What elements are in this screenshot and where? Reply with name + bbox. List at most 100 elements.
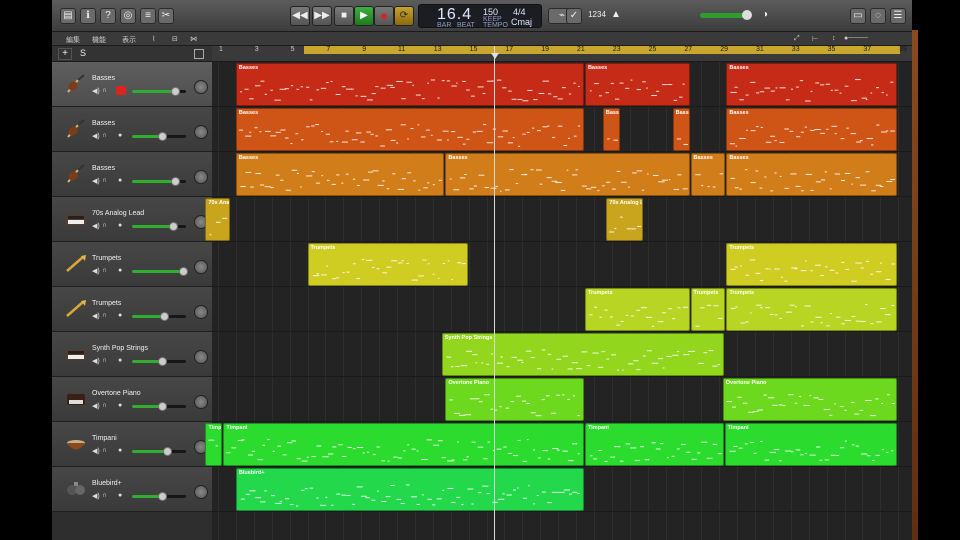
record-enable-button[interactable]: ● [118, 132, 122, 139]
info-icon[interactable]: ℹ [80, 8, 96, 24]
midi-region[interactable]: Bass [602, 108, 620, 151]
midi-region[interactable]: Basses [726, 153, 898, 196]
zoom-fit-icon[interactable]: ⤢ [794, 35, 800, 43]
track-header[interactable]: Timpani ◀) ∩ ● [52, 422, 212, 467]
track-name[interactable]: Basses [92, 165, 115, 172]
mute-button[interactable]: ◀) [92, 492, 100, 500]
track-name[interactable]: 70s Analog Lead [92, 210, 144, 217]
play-button[interactable]: ▶ [354, 6, 374, 26]
midi-region[interactable]: Timpani [584, 423, 724, 466]
add-track-button[interactable]: + [58, 48, 72, 60]
midi-region[interactable]: 70s Ana [205, 198, 230, 241]
track-header[interactable]: 70s Analog Lead ◀) ∩ ● [52, 197, 212, 242]
editors-icon[interactable]: ✂ [158, 8, 174, 24]
track-volume-slider[interactable] [132, 132, 186, 141]
record-enable-button[interactable]: ● [118, 492, 122, 499]
flex-icon[interactable]: ⊟ [172, 35, 178, 43]
count-in[interactable]: 1234 [586, 8, 608, 24]
master-volume-knob[interactable] [742, 10, 752, 20]
fast-forward-button[interactable]: ▶▶ [312, 6, 332, 26]
midi-region[interactable]: Timpani [223, 423, 584, 466]
track-name[interactable]: Synth Pop Strings [92, 345, 148, 352]
track-name[interactable]: Timpani [92, 435, 117, 442]
volume-knob[interactable] [163, 447, 173, 456]
solo-headphone-icon[interactable]: ∩ [102, 402, 107, 409]
track-lane[interactable] [212, 197, 912, 242]
solo-headphone-icon[interactable]: ∩ [102, 492, 107, 499]
midi-region[interactable]: Timpani [724, 423, 898, 466]
pan-knob[interactable] [194, 350, 208, 364]
menu-edit[interactable]: 編集 [66, 35, 80, 45]
mute-button[interactable]: ◀) [92, 357, 100, 365]
track-header[interactable]: Basses ◀) ∩ ● [52, 107, 212, 152]
lcd-display[interactable]: 16.4 BAR BEAT 150 KEEP TEMPO 4/4 Cmaj [418, 4, 542, 29]
solo-headphone-icon[interactable]: ∩ [102, 177, 107, 184]
mute-button[interactable]: ◀) [92, 177, 100, 185]
record-enable-button[interactable]: ● [118, 267, 122, 274]
cycle-button[interactable]: ⟳ [394, 6, 414, 26]
midi-region[interactable]: Timp [205, 423, 223, 466]
help-icon[interactable]: ? [100, 8, 116, 24]
browser-icon[interactable]: ☰ [890, 8, 906, 24]
track-volume-slider[interactable] [132, 402, 186, 411]
midi-region[interactable]: Basses [690, 153, 726, 196]
midi-region[interactable]: Synth Pop Strings [441, 333, 724, 376]
midi-region[interactable]: Basses [235, 108, 584, 151]
midi-region[interactable]: Trumpets [726, 243, 898, 286]
list-editor-icon[interactable]: ▭ [850, 8, 866, 24]
midi-region[interactable]: Bluebird+ [235, 468, 584, 511]
record-enable-button[interactable]: ● [118, 312, 122, 319]
track-name[interactable]: Bluebird+ [92, 480, 122, 487]
mute-button[interactable]: ◀) [92, 402, 100, 410]
playhead-handle[interactable] [490, 53, 499, 59]
solo-headphone-icon[interactable]: ∩ [102, 132, 107, 139]
volume-knob[interactable] [160, 312, 170, 321]
solo-headphone-icon[interactable]: ∩ [102, 87, 107, 94]
record-enable-button[interactable]: ● [118, 357, 122, 364]
mute-button[interactable]: ◀) [92, 132, 100, 140]
midi-region[interactable]: Basses [726, 108, 898, 151]
mute-button[interactable]: ◀) [92, 267, 100, 275]
track-name[interactable]: Overtone Piano [92, 390, 141, 397]
mute-button[interactable]: ◀) [92, 87, 100, 95]
record-enable-button[interactable]: ● [118, 402, 122, 409]
pan-knob[interactable] [194, 260, 208, 274]
volume-knob[interactable] [157, 492, 167, 501]
solo-headphone-icon[interactable]: ∩ [102, 447, 107, 454]
track-name[interactable]: Trumpets [92, 300, 121, 307]
midi-region[interactable]: Basses [726, 63, 898, 106]
notes-icon[interactable]: ◌ [870, 8, 886, 24]
track-name[interactable]: Basses [92, 120, 115, 127]
zoom-slider[interactable]: ●──── [844, 35, 868, 42]
metronome-icon[interactable]: ▲ [608, 8, 624, 24]
solo-headphone-icon[interactable]: ∩ [102, 222, 107, 229]
midi-region[interactable]: Trumpets [726, 288, 898, 331]
record-enable-button[interactable]: ● [118, 177, 122, 184]
track-volume-slider[interactable] [132, 492, 186, 501]
smart-controls-icon[interactable]: ◎ [120, 8, 136, 24]
solo-headphone-icon[interactable]: ∩ [102, 357, 107, 364]
catch-icon[interactable]: ⋈ [190, 35, 197, 43]
volume-knob[interactable] [157, 402, 167, 411]
automation-icon[interactable]: ⌇ [152, 35, 155, 43]
track-filter-icon[interactable] [194, 49, 204, 59]
pan-knob[interactable] [194, 485, 208, 499]
midi-region[interactable]: 70s Analog L [606, 198, 643, 241]
track-volume-slider[interactable] [132, 357, 186, 366]
volume-knob[interactable] [171, 177, 181, 186]
midi-region[interactable]: Basses [235, 63, 584, 106]
track-header[interactable]: Overtone Piano ◀) ∩ ● [52, 377, 212, 422]
track-name[interactable]: Trumpets [92, 255, 121, 262]
midi-region[interactable]: Basses [584, 63, 690, 106]
track-header[interactable]: Synth Pop Strings ◀) ∩ ● [52, 332, 212, 377]
solo-mode-icon[interactable]: ✓ [566, 8, 582, 24]
volume-knob[interactable] [168, 222, 178, 231]
record-enable-button[interactable]: ● [118, 222, 122, 229]
track-header[interactable]: Basses ◀) ∩ ● [52, 152, 212, 197]
midi-region[interactable]: Basses [235, 153, 445, 196]
midi-region[interactable]: Trumpets [307, 243, 468, 286]
playhead[interactable] [493, 46, 495, 540]
stop-button[interactable]: ■ [334, 6, 354, 26]
library-icon[interactable]: ▤ [60, 8, 76, 24]
pan-knob[interactable] [194, 305, 208, 319]
